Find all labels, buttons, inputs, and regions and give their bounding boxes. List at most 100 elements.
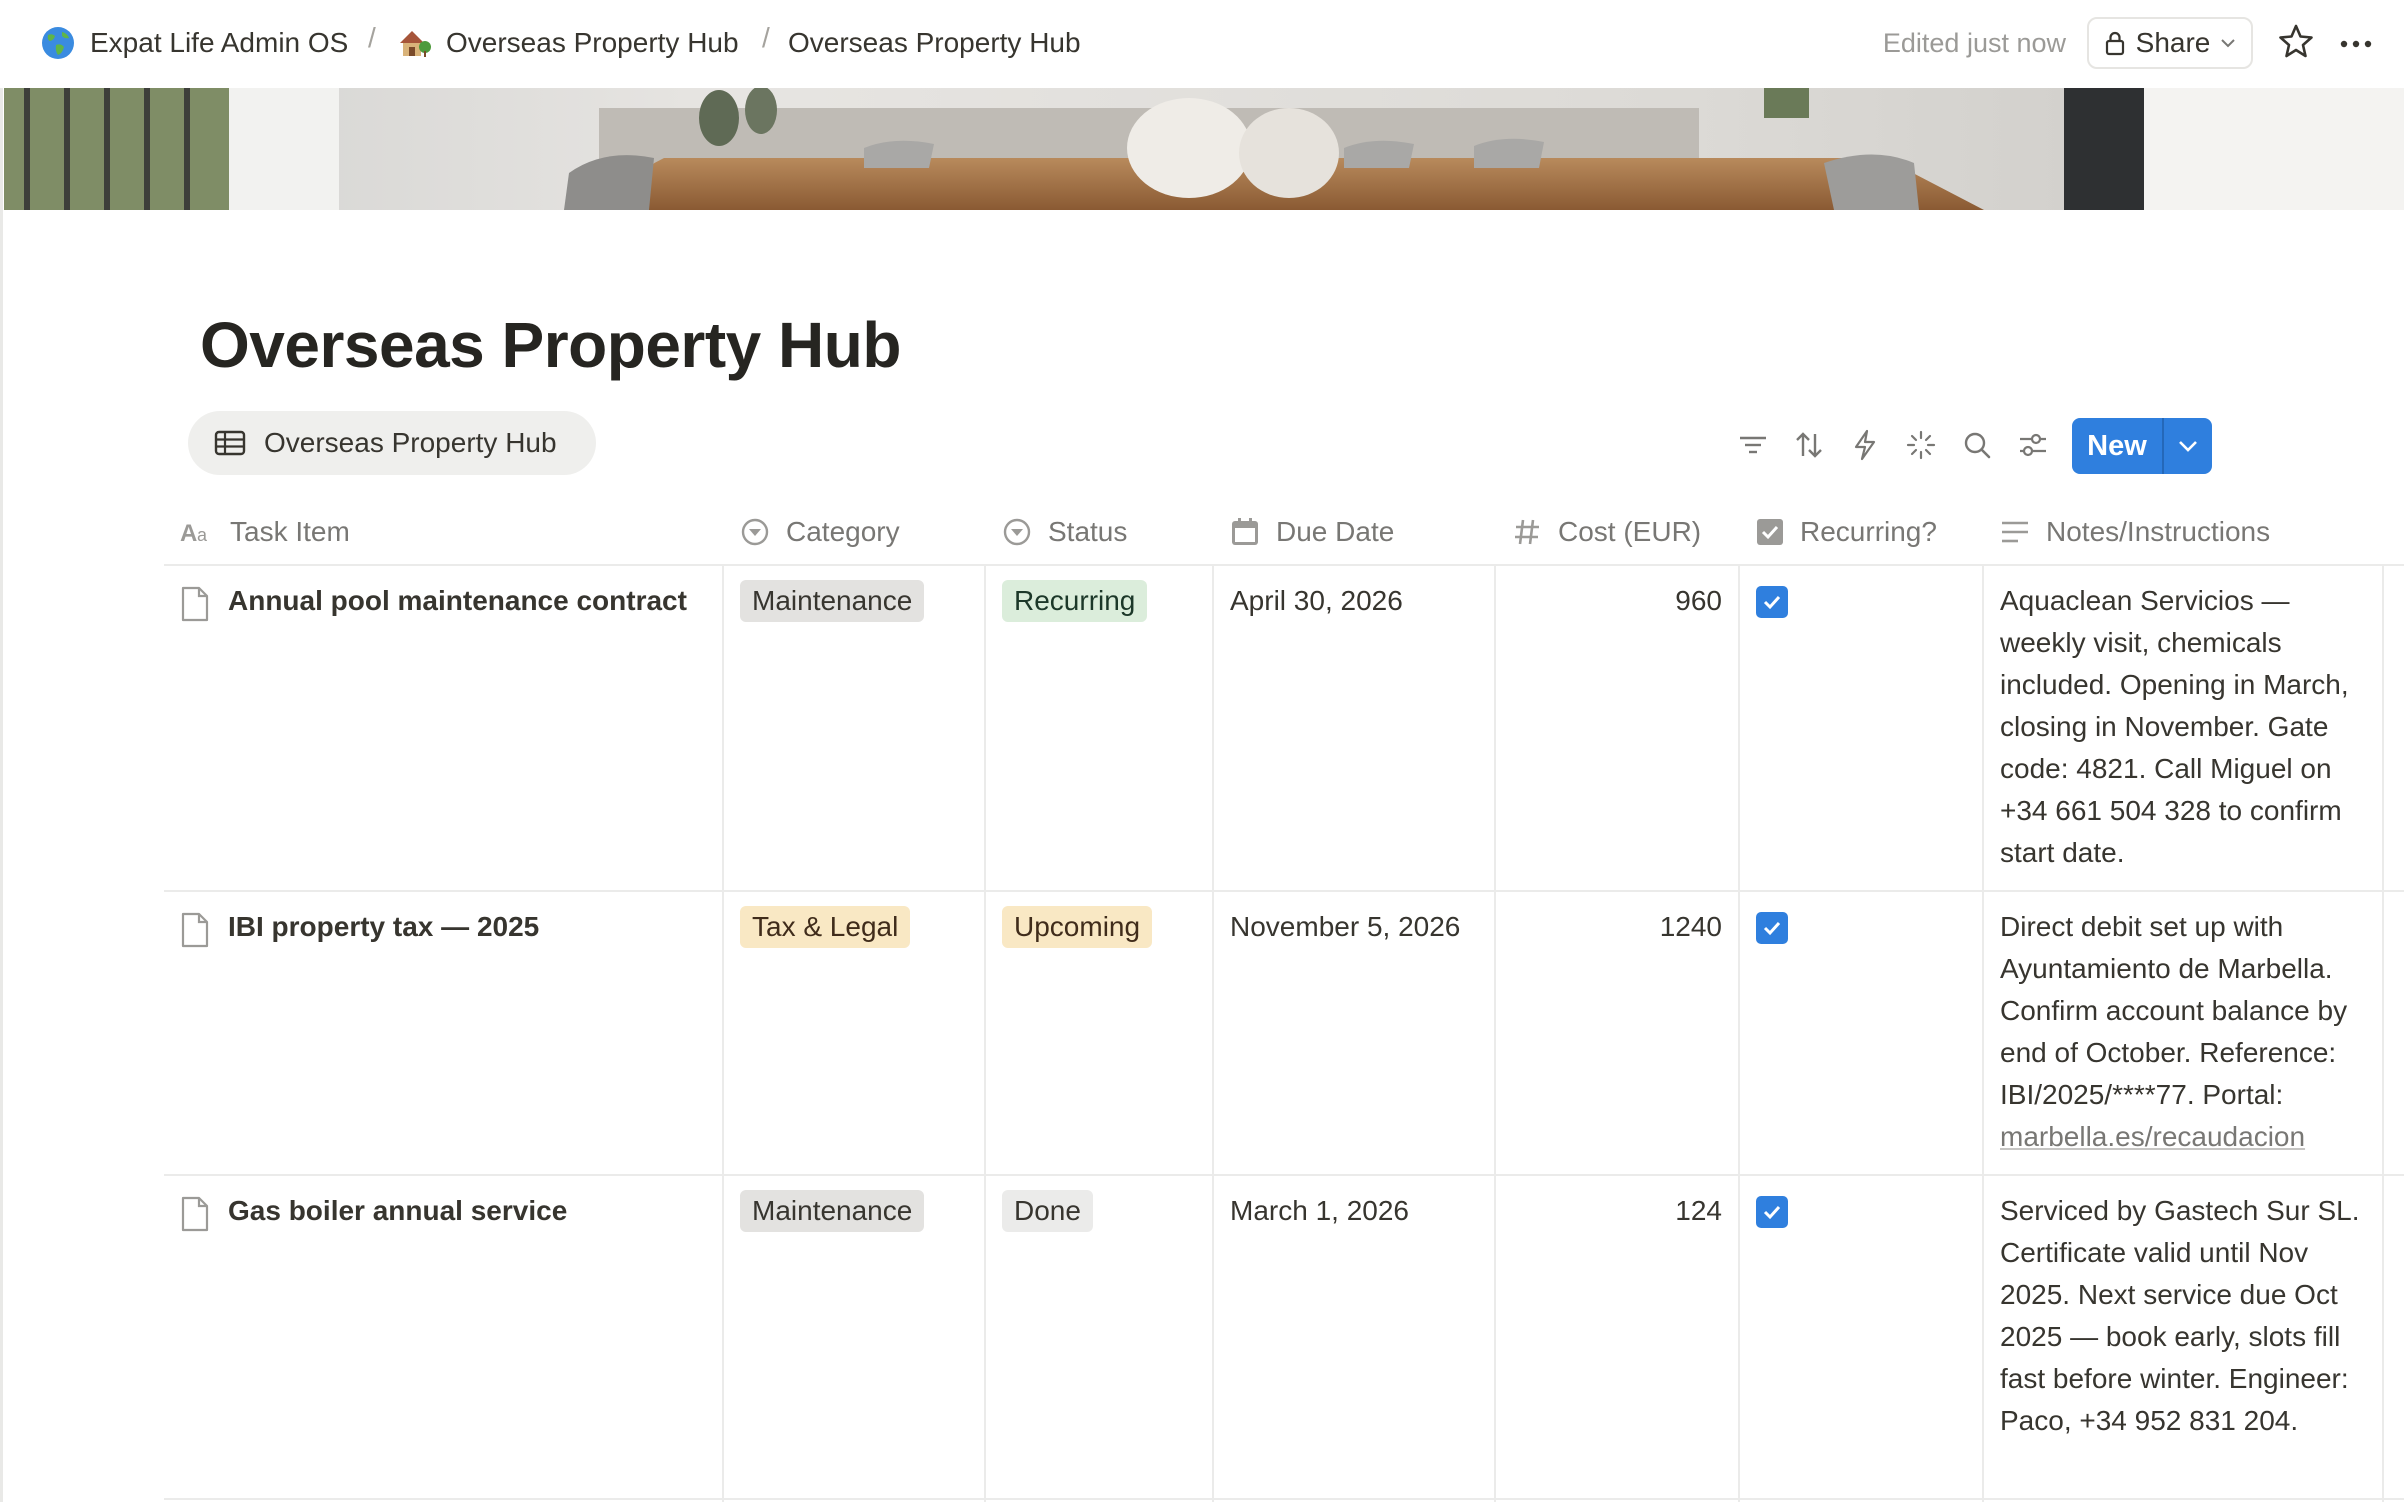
column-header-label: Cost (EUR) xyxy=(1558,516,1702,547)
table-icon xyxy=(214,430,246,456)
svg-text:a: a xyxy=(197,525,208,544)
category-cell[interactable]: Tax & Legal xyxy=(740,906,911,948)
page-title[interactable]: Overseas Property Hub xyxy=(200,308,901,382)
column-header-task-item[interactable]: A a Task Item xyxy=(180,500,350,564)
column-header-notes[interactable]: Notes/Instructions xyxy=(2000,500,2270,564)
task-title-cell[interactable]: IBI property tax — 2025 xyxy=(180,906,539,948)
column-header-label: Due Date xyxy=(1276,516,1395,547)
column-header-label: Status xyxy=(1048,516,1128,547)
breadcrumb-label: Overseas Property Hub xyxy=(446,27,739,58)
select-icon xyxy=(741,518,769,546)
notes-text: Aquaclean Servicios — weekly visit, chem… xyxy=(2000,585,2349,868)
house-emoji-icon xyxy=(400,31,431,57)
row-divider xyxy=(164,890,2404,892)
category-cell[interactable]: Maintenance xyxy=(740,580,925,622)
chevron-down-icon xyxy=(2179,441,2197,452)
globe-emoji-icon xyxy=(42,27,74,59)
column-header-due-date[interactable]: Due Date xyxy=(1230,500,1394,564)
cost-cell[interactable]: 1240 xyxy=(1512,906,1722,948)
page-icon xyxy=(181,586,209,622)
recurring-checkbox[interactable] xyxy=(1756,1196,1788,1228)
notes-text: Direct debit set up with Ayuntamiento de… xyxy=(2000,911,2348,1110)
notes-cell[interactable]: Direct debit set up with Ayuntamiento de… xyxy=(2000,906,2370,1158)
due-date-cell[interactable]: March 1, 2026 xyxy=(1230,1190,1409,1232)
filter-icon[interactable] xyxy=(1736,428,1770,462)
task-title: Gas boiler annual service xyxy=(228,1195,568,1226)
check-icon xyxy=(1763,595,1781,610)
status-tag: Upcoming xyxy=(1002,906,1153,948)
svg-text:A: A xyxy=(180,520,197,544)
page-icon xyxy=(181,1196,209,1232)
row-divider xyxy=(164,1498,2404,1500)
view-tab-table[interactable]: Overseas Property Hub xyxy=(188,411,596,475)
status-cell[interactable]: Done xyxy=(1002,1190,1093,1232)
notes-cell[interactable]: Aquaclean Servicios — weekly visit, chem… xyxy=(2000,580,2370,874)
page-left-border xyxy=(0,88,3,1502)
top-bar: Expat Life Admin OS / Overseas Property … xyxy=(0,0,2404,88)
status-cell[interactable]: Recurring xyxy=(1002,580,1148,622)
chevron-down-icon xyxy=(2221,39,2236,48)
breadcrumb-separator: / xyxy=(368,22,376,53)
cover-image[interactable] xyxy=(4,88,2404,210)
category-tag: Tax & Legal xyxy=(740,906,911,948)
text-icon: A a xyxy=(180,520,208,544)
new-button-group: New xyxy=(2072,418,2212,474)
column-header-category[interactable]: Category xyxy=(740,500,900,564)
due-date-cell[interactable]: November 5, 2026 xyxy=(1230,906,1460,948)
automation-icon[interactable] xyxy=(1848,428,1882,462)
new-dropdown-button[interactable] xyxy=(2164,418,2212,474)
view-tab-label: Overseas Property Hub xyxy=(264,427,557,458)
column-header-cost[interactable]: Cost (EUR) xyxy=(1512,500,1701,564)
lock-icon xyxy=(2105,31,2124,56)
column-divider xyxy=(1738,565,1740,1502)
ai-sparkle-icon[interactable] xyxy=(1904,428,1938,462)
breadcrumb-label: Overseas Property Hub xyxy=(788,27,1081,58)
column-header-status[interactable]: Status xyxy=(1002,500,1127,564)
recurring-checkbox[interactable] xyxy=(1756,586,1788,618)
edited-status: Edited just now xyxy=(1882,28,2066,58)
column-divider xyxy=(1982,565,1984,1502)
row-divider xyxy=(164,1174,2404,1176)
breadcrumb-item-property-hub[interactable]: Overseas Property Hub xyxy=(396,22,739,64)
category-tag: Maintenance xyxy=(740,580,925,622)
breadcrumb-item-current[interactable]: Overseas Property Hub xyxy=(788,22,1081,64)
due-date-cell[interactable]: April 30, 2026 xyxy=(1230,580,1403,622)
notes-text: Serviced by Gastech Sur SL. Certificate … xyxy=(2000,1195,2360,1436)
task-title: Annual pool maintenance contract xyxy=(228,585,687,616)
column-header-label: Recurring? xyxy=(1800,516,1937,547)
task-title: IBI property tax — 2025 xyxy=(228,911,540,942)
notes-icon xyxy=(2002,521,2028,543)
share-label: Share xyxy=(2135,27,2211,58)
search-icon[interactable] xyxy=(1960,428,1994,462)
sort-icon[interactable] xyxy=(1792,428,1826,462)
column-divider xyxy=(1212,565,1214,1502)
category-tag: Maintenance xyxy=(740,1190,925,1232)
check-icon xyxy=(1763,1205,1781,1220)
more-options-icon[interactable] xyxy=(2336,22,2376,62)
category-cell[interactable]: Maintenance xyxy=(740,1190,925,1232)
recurring-checkbox[interactable] xyxy=(1756,912,1788,944)
new-button[interactable]: New xyxy=(2072,418,2164,474)
star-icon[interactable] xyxy=(2276,22,2316,62)
column-divider xyxy=(722,565,724,1502)
task-title-cell[interactable]: Gas boiler annual service xyxy=(180,1190,567,1232)
cover-illustration xyxy=(4,88,2404,210)
share-button[interactable]: Share xyxy=(2087,17,2253,69)
header-divider xyxy=(164,564,2404,566)
notes-cell[interactable]: Serviced by Gastech Sur SL. Certificate … xyxy=(2000,1190,2370,1442)
column-header-recurring[interactable]: Recurring? xyxy=(1756,500,1937,564)
column-header-label: Category xyxy=(786,516,900,547)
breadcrumb-item-expat-life[interactable]: Expat Life Admin OS xyxy=(40,22,348,64)
task-title-cell[interactable]: Annual pool maintenance contract xyxy=(180,580,687,622)
cost-cell[interactable]: 960 xyxy=(1512,580,1722,622)
cost-cell[interactable]: 124 xyxy=(1512,1190,1722,1232)
status-cell[interactable]: Upcoming xyxy=(1002,906,1153,948)
checkbox-icon xyxy=(1757,519,1783,545)
settings-icon[interactable] xyxy=(2016,428,2050,462)
column-divider xyxy=(2382,565,2384,1502)
page-icon xyxy=(181,912,209,948)
column-header-label: Task Item xyxy=(230,516,350,547)
notes-link[interactable]: marbella.es/recaudacion xyxy=(2000,1121,2305,1152)
number-icon xyxy=(1515,519,1539,545)
status-tag: Done xyxy=(1002,1190,1093,1232)
